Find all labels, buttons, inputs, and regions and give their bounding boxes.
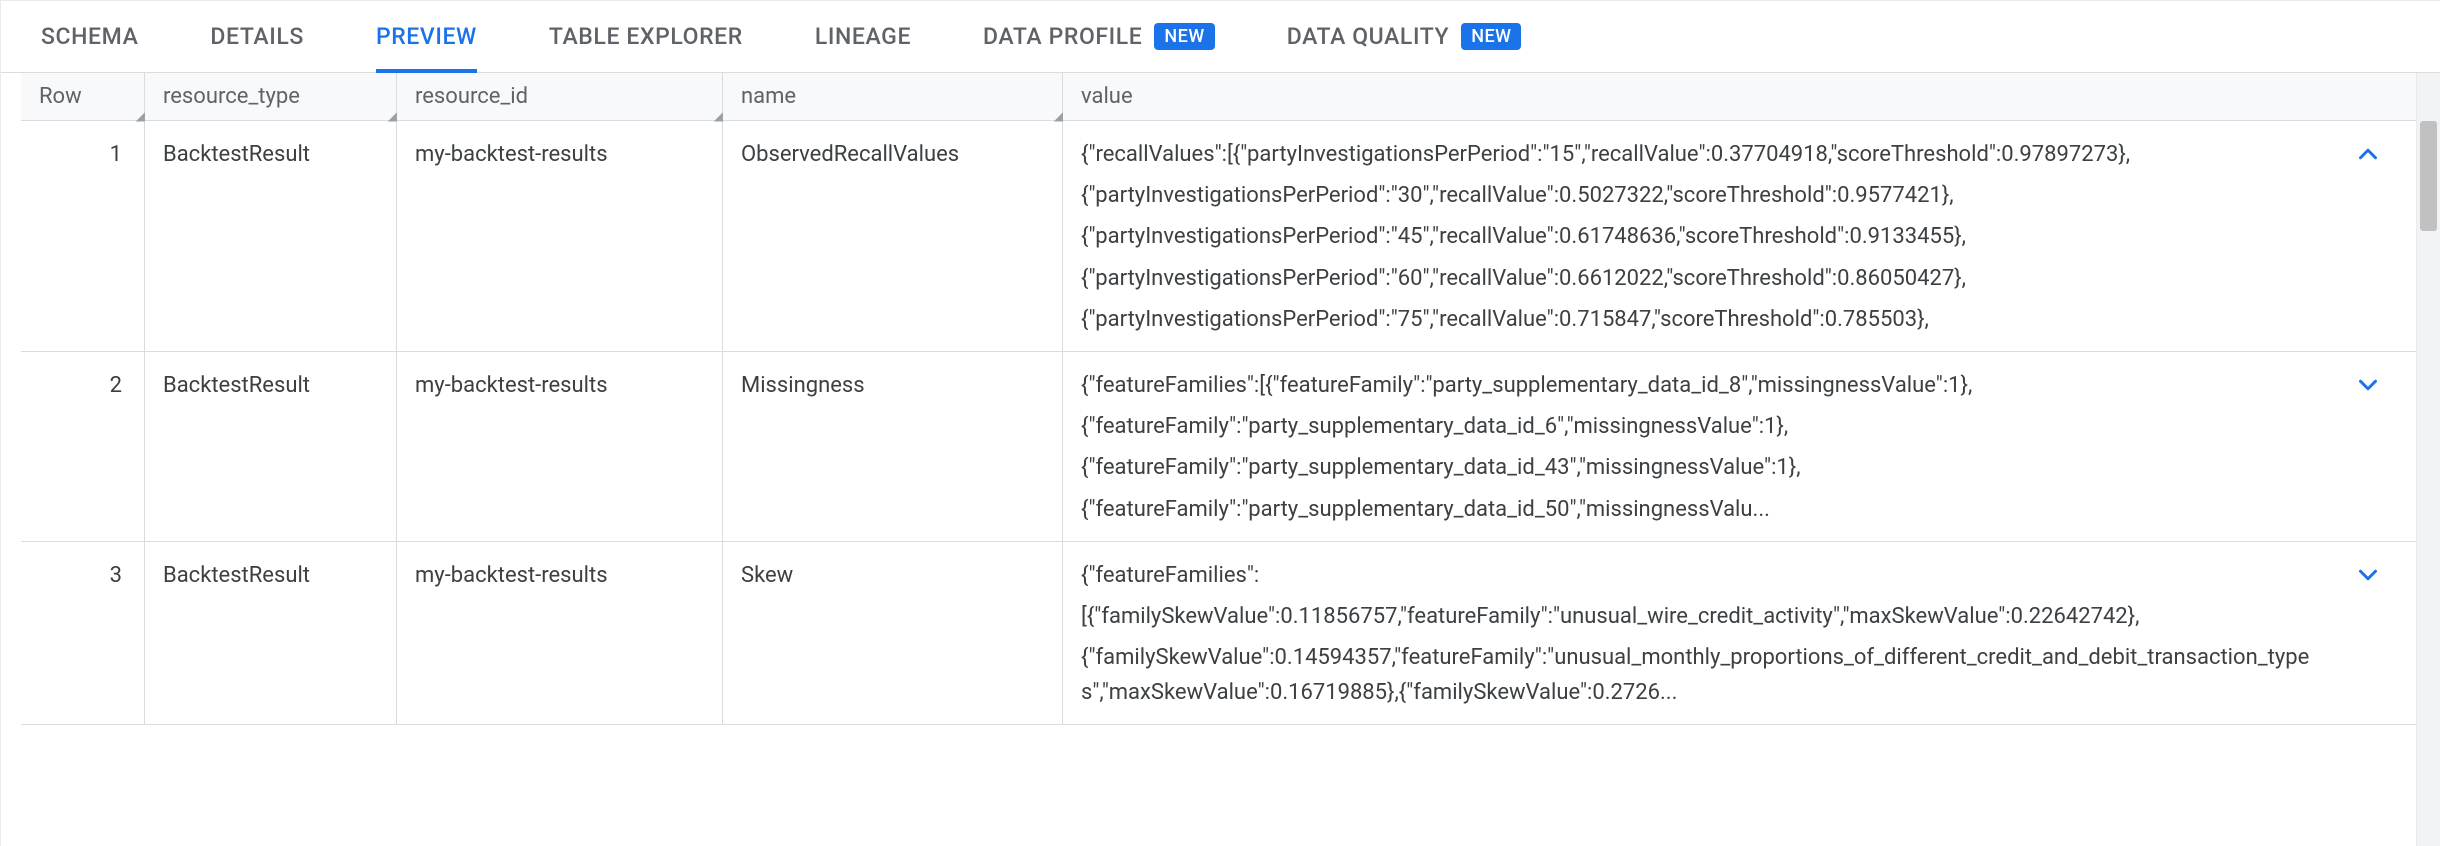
cell-resource-type: BacktestResult — [145, 352, 397, 541]
cell-resource-id: my-backtest-results — [397, 121, 723, 351]
resize-handle-icon[interactable]: ◢ — [714, 112, 723, 120]
tab-label: DATA PROFILE — [983, 23, 1142, 50]
cell-value: {"featureFamilies":[{"familySkewValue":0… — [1063, 542, 2416, 725]
tab-label: SCHEMA — [41, 23, 138, 50]
resize-handle-icon[interactable]: ◢ — [388, 112, 397, 120]
resize-handle-icon[interactable]: ◢ — [1054, 112, 1063, 120]
header-name[interactable]: name◢ — [723, 73, 1063, 120]
resize-handle-icon[interactable]: ◢ — [136, 112, 145, 120]
cell-resource-id: my-backtest-results — [397, 542, 723, 725]
header-row-num[interactable]: Row◢ — [21, 73, 145, 120]
scroll-thumb[interactable] — [2420, 121, 2437, 231]
new-badge: NEW — [1154, 23, 1214, 50]
cell-resource-type: BacktestResult — [145, 121, 397, 351]
cell-name: ObservedRecallValues — [723, 121, 1063, 351]
row-number: 1 — [21, 121, 145, 351]
tab-schema[interactable]: SCHEMA — [41, 1, 138, 72]
table-wrap: Row◢ resource_type◢ resource_id◢ name◢ v… — [1, 73, 2440, 846]
header-row: Row◢ resource_type◢ resource_id◢ name◢ v… — [21, 73, 2416, 121]
table-row: 3BacktestResultmy-backtest-resultsSkew{"… — [21, 542, 2416, 726]
preview-panel: SCHEMA DETAILS PREVIEW TABLE EXPLORER LINEAG… — [0, 0, 2440, 846]
value-text: {"recallValues":[{"partyInvestigationsPe… — [1081, 137, 2338, 337]
tab-bar: SCHEMA DETAILS PREVIEW TABLE EXPLORER LINEAG… — [1, 1, 2440, 73]
header-value[interactable]: value — [1063, 73, 2416, 120]
tab-data-quality[interactable]: DATA QUALITY NEW — [1287, 1, 1522, 72]
tab-label: DETAILS — [210, 23, 304, 50]
tab-table-explorer[interactable]: TABLE EXPLORER — [549, 1, 743, 72]
cell-name: Skew — [723, 542, 1063, 725]
tab-label: PREVIEW — [376, 23, 477, 50]
new-badge: NEW — [1461, 23, 1521, 50]
tab-lineage[interactable]: LINEAGE — [815, 1, 911, 72]
value-text: {"featureFamilies":[{"featureFamily":"pa… — [1081, 368, 2338, 527]
tab-details[interactable]: DETAILS — [210, 1, 304, 72]
vertical-scrollbar[interactable] — [2416, 73, 2440, 846]
chevron-down-icon[interactable] — [2338, 558, 2398, 711]
cell-resource-type: BacktestResult — [145, 542, 397, 725]
tab-label: DATA QUALITY — [1287, 23, 1450, 50]
table-row: 1BacktestResultmy-backtest-resultsObserv… — [21, 121, 2416, 352]
row-number: 3 — [21, 542, 145, 725]
tab-label: LINEAGE — [815, 23, 911, 50]
chevron-down-icon[interactable] — [2338, 368, 2398, 527]
tab-data-profile[interactable]: DATA PROFILE NEW — [983, 1, 1215, 72]
header-resource-type[interactable]: resource_type◢ — [145, 73, 397, 120]
table-row: 2BacktestResultmy-backtest-resultsMissin… — [21, 352, 2416, 542]
value-text: {"featureFamilies":[{"familySkewValue":0… — [1081, 558, 2338, 711]
header-resource-id[interactable]: resource_id◢ — [397, 73, 723, 120]
cell-name: Missingness — [723, 352, 1063, 541]
tab-preview[interactable]: PREVIEW — [376, 1, 477, 72]
row-number: 2 — [21, 352, 145, 541]
cell-resource-id: my-backtest-results — [397, 352, 723, 541]
tab-label: TABLE EXPLORER — [549, 23, 743, 50]
chevron-up-icon[interactable] — [2338, 137, 2398, 337]
cell-value: {"featureFamilies":[{"featureFamily":"pa… — [1063, 352, 2416, 541]
data-grid: Row◢ resource_type◢ resource_id◢ name◢ v… — [21, 73, 2416, 846]
cell-value: {"recallValues":[{"partyInvestigationsPe… — [1063, 121, 2416, 351]
